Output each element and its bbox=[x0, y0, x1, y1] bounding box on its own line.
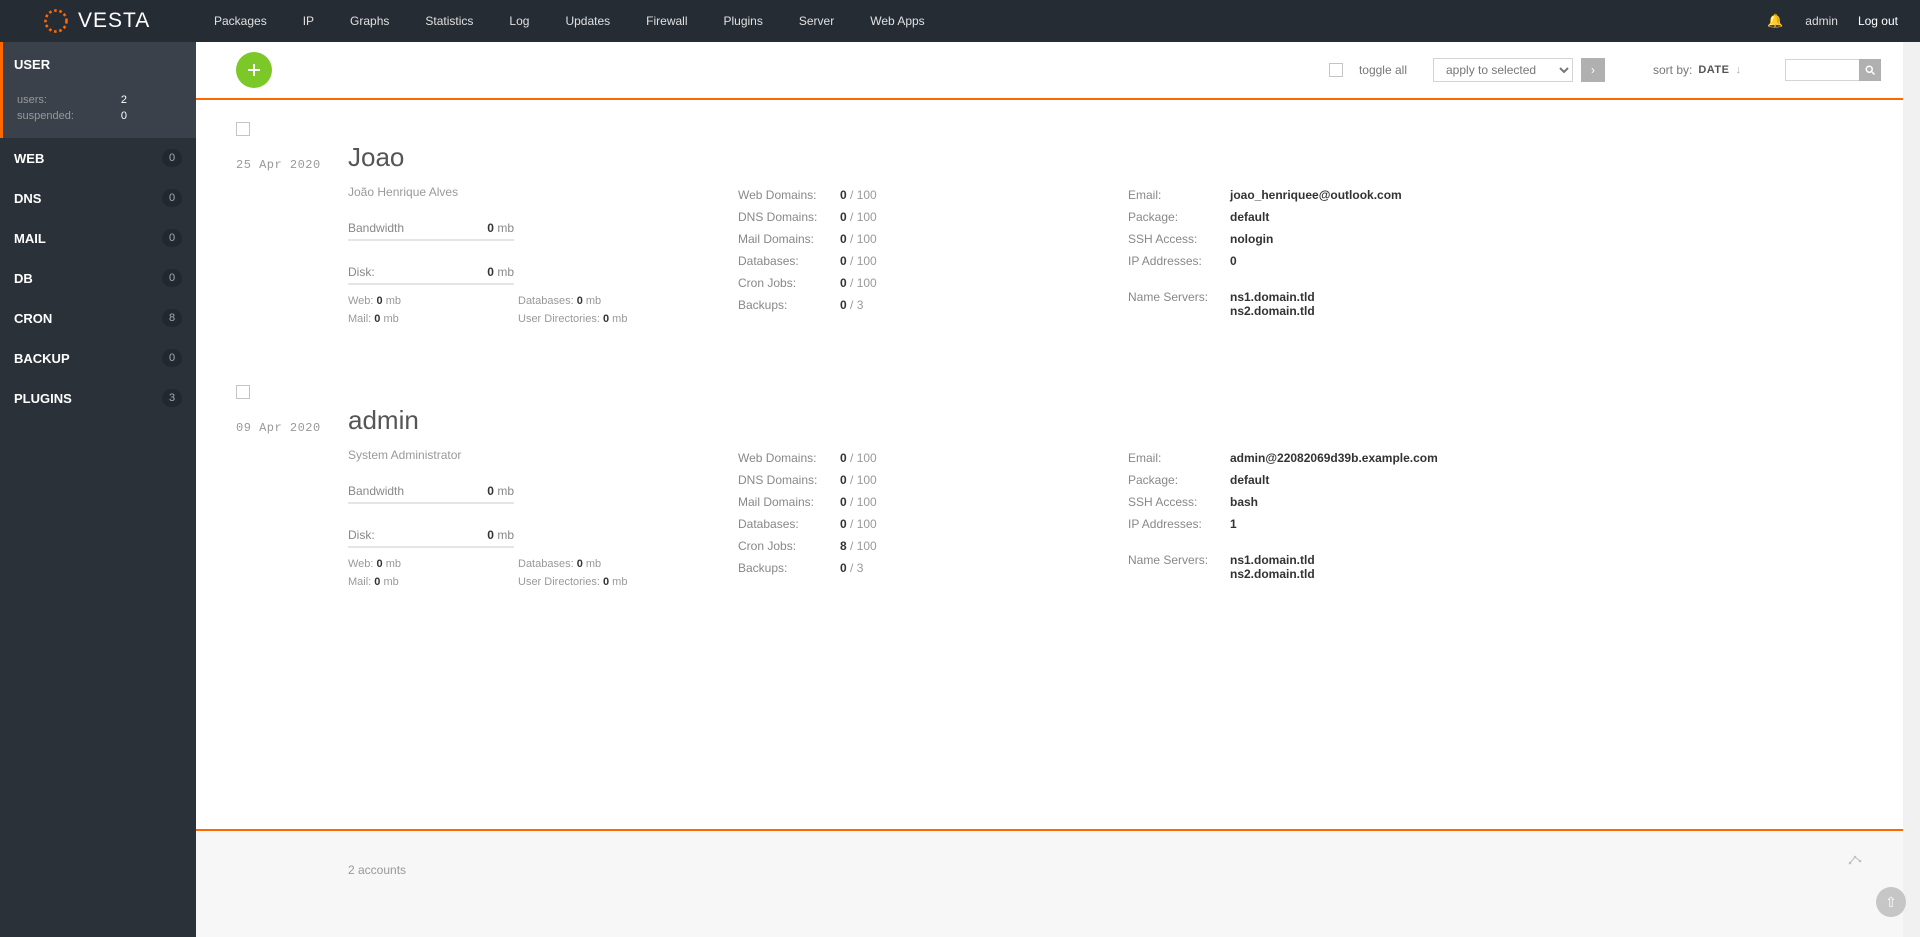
toggle-all-label[interactable]: toggle all bbox=[1359, 63, 1407, 77]
apply-action-select[interactable]: apply to selected bbox=[1433, 58, 1573, 82]
toolbar: toggle all apply to selected › sort by: … bbox=[196, 42, 1903, 100]
sort-direction-icon[interactable]: ↓ bbox=[1736, 64, 1742, 76]
footer-icons bbox=[1847, 851, 1863, 867]
disk-breakdown: Web: 0 mb Databases: 0 mb Mail: 0 mb Use… bbox=[348, 558, 688, 594]
user-fullname: System Administrator bbox=[348, 448, 738, 462]
topnav-item-packages[interactable]: Packages bbox=[196, 0, 285, 42]
arrow-up-icon: ⇧ bbox=[1885, 894, 1897, 911]
user-package: default bbox=[1230, 473, 1269, 487]
scroll-to-top-button[interactable]: ⇧ bbox=[1876, 887, 1906, 917]
disk-bar bbox=[348, 546, 514, 548]
sidebar-badge: 0 bbox=[162, 269, 182, 287]
topnav-item-server[interactable]: Server bbox=[781, 0, 852, 42]
sidebar-item-label: CRON bbox=[14, 311, 52, 326]
logo[interactable]: VESTA bbox=[0, 0, 196, 42]
bandwidth-bar bbox=[348, 502, 514, 504]
user-fullname: João Henrique Alves bbox=[348, 185, 738, 199]
notifications-icon[interactable]: 🔔 bbox=[1767, 13, 1783, 29]
sidebar-item-mail[interactable]: MAIL 0 bbox=[0, 218, 196, 258]
main: toggle all apply to selected › sort by: … bbox=[196, 42, 1903, 937]
sidebar-item-label: MAIL bbox=[14, 231, 46, 246]
sidebar-item-label: PLUGINS bbox=[14, 391, 72, 406]
user-record: 25 Apr 2020 Joao João Henrique Alves Ban… bbox=[196, 122, 1903, 381]
topnav-item-firewall[interactable]: Firewall bbox=[628, 0, 705, 42]
disk-bar bbox=[348, 283, 514, 285]
user-nameservers: ns1.domain.tldns2.domain.tld bbox=[1230, 290, 1315, 318]
user-email: admin@22082069d39b.example.com bbox=[1230, 451, 1438, 465]
search-box bbox=[1785, 59, 1881, 81]
chevron-right-icon: › bbox=[1591, 63, 1595, 77]
user-name[interactable]: admin bbox=[348, 405, 738, 436]
sort-by-value[interactable]: DATE bbox=[1698, 64, 1729, 76]
toggle-all-checkbox[interactable] bbox=[1329, 63, 1343, 77]
user-nameservers: ns1.domain.tldns2.domain.tld bbox=[1230, 553, 1315, 581]
user-ssh: bash bbox=[1230, 495, 1258, 509]
sort-by-label: sort by: bbox=[1653, 63, 1692, 77]
accounts-count: 2 accounts bbox=[348, 863, 1863, 877]
search-input[interactable] bbox=[1785, 59, 1859, 81]
brand-text: VESTA bbox=[78, 9, 150, 33]
topnav-item-log[interactable]: Log bbox=[491, 0, 547, 42]
record-left: 09 Apr 2020 bbox=[236, 385, 348, 594]
sort-by: sort by: DATE ↓ bbox=[1653, 63, 1741, 77]
topnav-item-ip[interactable]: IP bbox=[285, 0, 332, 42]
vesta-logo-icon bbox=[42, 7, 70, 35]
user-date: 25 Apr 2020 bbox=[236, 158, 348, 172]
topnav-item-plugins[interactable]: Plugins bbox=[706, 0, 781, 42]
current-user-link[interactable]: admin bbox=[1805, 14, 1838, 28]
topnav-item-graphs[interactable]: Graphs bbox=[332, 0, 407, 42]
user-package: default bbox=[1230, 210, 1269, 224]
sidebar-item-db[interactable]: DB 0 bbox=[0, 258, 196, 298]
sidebar-user-stats: users:2suspended:0 bbox=[0, 86, 196, 138]
sidebar-item-plugins[interactable]: PLUGINS 3 bbox=[0, 378, 196, 418]
select-user-checkbox[interactable] bbox=[236, 122, 250, 136]
sidebar-badge: 8 bbox=[162, 309, 182, 327]
sidebar-item-label: DB bbox=[14, 271, 33, 286]
sidebar-item-cron[interactable]: CRON 8 bbox=[0, 298, 196, 338]
logout-link[interactable]: Log out bbox=[1858, 14, 1898, 28]
topnav-item-statistics[interactable]: Statistics bbox=[407, 0, 491, 42]
user-records: 25 Apr 2020 Joao João Henrique Alves Ban… bbox=[196, 100, 1903, 809]
topnav-item-web-apps[interactable]: Web Apps bbox=[852, 0, 942, 42]
apply-action-button[interactable]: › bbox=[1581, 58, 1605, 82]
sidebar-item-web[interactable]: WEB 0 bbox=[0, 138, 196, 178]
sidebar-badge: 3 bbox=[162, 389, 182, 407]
topnav-item-updates[interactable]: Updates bbox=[547, 0, 628, 42]
sidebar-badge: 0 bbox=[162, 349, 182, 367]
sidebar-item-label: DNS bbox=[14, 191, 41, 206]
user-email: joao_henriquee@outlook.com bbox=[1230, 188, 1402, 202]
record-left: 25 Apr 2020 bbox=[236, 122, 348, 331]
search-icon bbox=[1864, 64, 1876, 76]
search-button[interactable] bbox=[1859, 59, 1881, 81]
layout: USER users:2suspended:0 WEB 0DNS 0MAIL 0… bbox=[0, 42, 1920, 937]
sidebar-badge: 0 bbox=[162, 189, 182, 207]
bandwidth-bar bbox=[348, 239, 514, 241]
sidebar-item-label: WEB bbox=[14, 151, 44, 166]
user-name[interactable]: Joao bbox=[348, 142, 738, 173]
sidebar-item-label: BACKUP bbox=[14, 351, 70, 366]
user-record: 09 Apr 2020 admin System Administrator B… bbox=[196, 385, 1903, 644]
sidebar-badge: 0 bbox=[162, 229, 182, 247]
user-ips: 1 bbox=[1230, 517, 1237, 531]
disk-breakdown: Web: 0 mb Databases: 0 mb Mail: 0 mb Use… bbox=[348, 295, 688, 331]
plus-icon bbox=[246, 62, 262, 78]
topnav: VESTA PackagesIPGraphsStatisticsLogUpdat… bbox=[0, 0, 1920, 42]
graph-icon[interactable] bbox=[1847, 851, 1863, 867]
sidebar: USER users:2suspended:0 WEB 0DNS 0MAIL 0… bbox=[0, 42, 196, 937]
sidebar-item-backup[interactable]: BACKUP 0 bbox=[0, 338, 196, 378]
sidebar-item-label: USER bbox=[14, 57, 50, 72]
topnav-menu: PackagesIPGraphsStatisticsLogUpdatesFire… bbox=[196, 0, 943, 42]
user-ips: 0 bbox=[1230, 254, 1237, 268]
user-ssh: nologin bbox=[1230, 232, 1273, 246]
scrollbar[interactable] bbox=[1903, 42, 1920, 937]
select-user-checkbox[interactable] bbox=[236, 385, 250, 399]
sidebar-badge: 0 bbox=[162, 149, 182, 167]
footer: 2 accounts bbox=[196, 829, 1903, 937]
toolbar-right: toggle all apply to selected › sort by: … bbox=[1329, 58, 1903, 82]
sidebar-item-user[interactable]: USER bbox=[0, 42, 196, 86]
sidebar-item-dns[interactable]: DNS 0 bbox=[0, 178, 196, 218]
add-user-button[interactable] bbox=[236, 52, 272, 88]
user-date: 09 Apr 2020 bbox=[236, 421, 348, 435]
topnav-right: 🔔 admin Log out bbox=[1767, 0, 1920, 42]
